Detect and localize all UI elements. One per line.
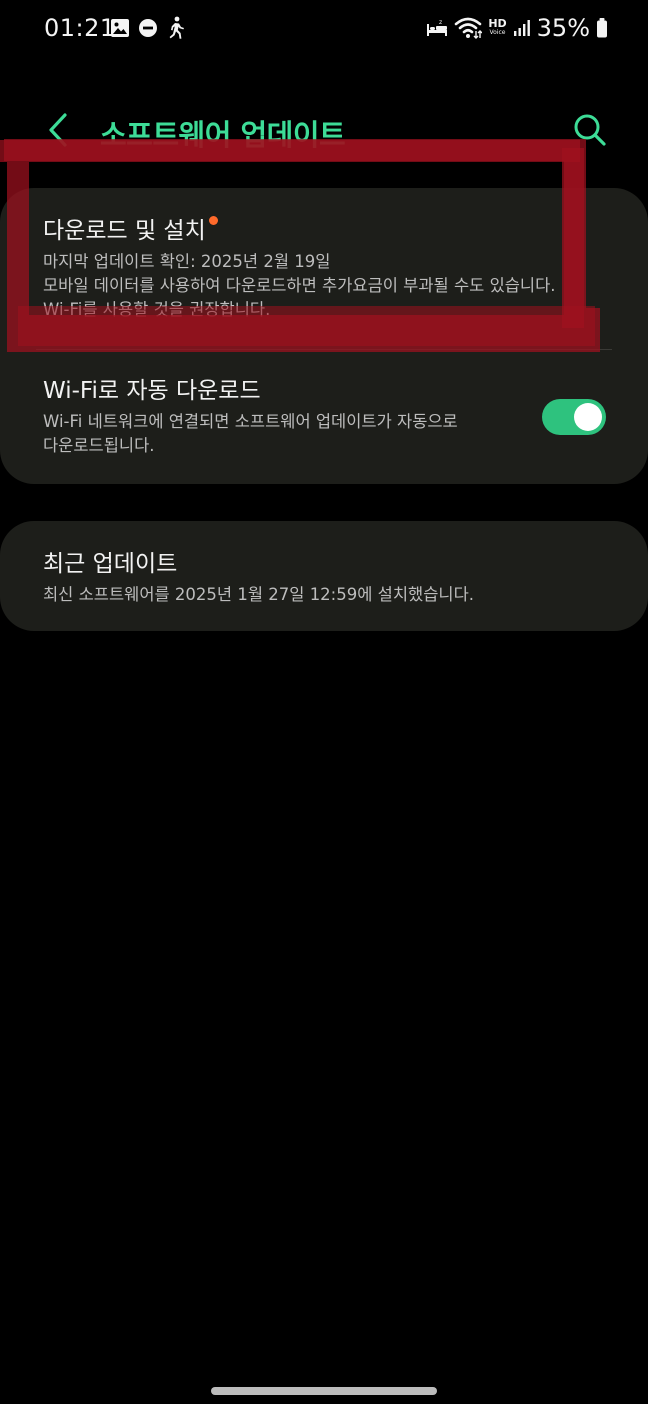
status-time: 01:21 (44, 14, 116, 42)
auto-download-desc-line2: 다운로드됩니다. (43, 436, 155, 455)
hd-voice-icon: HD Voice (488, 18, 506, 37)
last-check-text: 마지막 업데이트 확인: 2025년 2월 19일 (43, 252, 331, 271)
status-bar: 01:21 z HD Voice 35% (0, 0, 648, 58)
back-button[interactable] (36, 108, 80, 156)
do-not-disturb-icon (138, 18, 158, 42)
wifi-recommendation-text: Wi-Fi를 사용할 것을 권장합니다. (43, 300, 271, 319)
new-badge-dot (208, 216, 218, 225)
divider (36, 349, 612, 350)
battery-icon (596, 17, 608, 39)
sleep-mode-icon: z (426, 18, 448, 38)
auto-download-description: Wi-Fi 네트워크에 연결되면 소프트웨어 업데이트가 자동으로 다운로드됩니… (43, 410, 508, 458)
status-left-icons (110, 16, 186, 44)
download-install-label: 다운로드 및 설치 (43, 218, 206, 244)
gallery-icon (110, 18, 130, 42)
search-icon (572, 112, 608, 152)
toggle-knob (574, 403, 602, 431)
auto-download-title: Wi-Fi로 자동 다운로드 (43, 378, 261, 404)
auto-download-wifi-item[interactable]: Wi-Fi로 자동 다운로드 Wi-Fi 네트워크에 연결되면 소프트웨어 업데… (43, 376, 508, 458)
download-install-description: 마지막 업데이트 확인: 2025년 2월 19일 모바일 데이터를 사용하여 … (43, 250, 605, 322)
voice-label: Voice (489, 29, 506, 36)
search-button[interactable] (566, 108, 614, 156)
back-arrow-icon (46, 112, 70, 152)
recent-update-description: 최신 소프트웨어를 2025년 1월 27일 12:59에 설치했습니다. (43, 585, 474, 604)
download-install-title: 다운로드 및 설치 (43, 216, 605, 246)
auto-download-desc-line1: Wi-Fi 네트워크에 연결되면 소프트웨어 업데이트가 자동으로 (43, 412, 458, 431)
recent-update-title: 최근 업데이트 (43, 551, 178, 577)
recent-update-card[interactable]: 최근 업데이트 최신 소프트웨어를 2025년 1월 27일 12:59에 설치… (0, 521, 648, 631)
mobile-data-warning-text: 모바일 데이터를 사용하여 다운로드하면 추가요금이 부과될 수도 있습니다. (43, 276, 556, 295)
update-settings-card: 다운로드 및 설치 마지막 업데이트 확인: 2025년 2월 19일 모바일 … (0, 188, 648, 484)
home-gesture-bar[interactable] (211, 1387, 437, 1395)
walking-icon (166, 16, 186, 44)
wifi-icon (454, 17, 483, 39)
signal-icon (513, 18, 531, 38)
auto-download-toggle[interactable] (542, 399, 606, 435)
app-bar: 소프트웨어 업데이트 (0, 100, 648, 164)
recent-update-item[interactable]: 최근 업데이트 최신 소프트웨어를 2025년 1월 27일 12:59에 설치… (43, 549, 605, 607)
battery-percentage: 35% (536, 14, 590, 42)
svg-text:z: z (439, 19, 442, 26)
status-right-icons: z HD Voice 35% (426, 14, 608, 42)
page-title: 소프트웨어 업데이트 (100, 118, 346, 152)
download-and-install-item[interactable]: 다운로드 및 설치 마지막 업데이트 확인: 2025년 2월 19일 모바일 … (43, 216, 605, 322)
